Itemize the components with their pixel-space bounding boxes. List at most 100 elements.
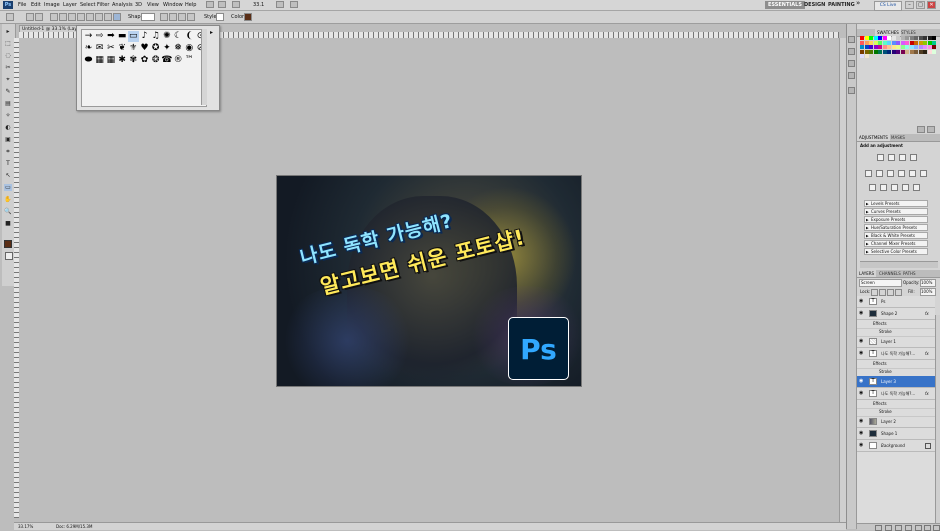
swatch-color[interactable] xyxy=(896,45,900,49)
dodge-tool-icon[interactable]: ◐ xyxy=(4,124,12,131)
link-layers-icon[interactable] xyxy=(875,525,882,531)
swatch-color[interactable] xyxy=(909,49,914,54)
tool-preset-picker-icon[interactable] xyxy=(6,13,14,21)
ornament-shape-icon[interactable]: ❧ xyxy=(83,43,94,54)
swatch-color[interactable] xyxy=(914,36,918,40)
new-layer-icon[interactable] xyxy=(924,525,931,531)
launch-minibridge-icon[interactable] xyxy=(218,1,226,8)
screen-mode-icon[interactable] xyxy=(290,1,298,8)
swatch-color[interactable] xyxy=(860,49,864,54)
clone-source-panel-icon[interactable] xyxy=(848,72,855,79)
crop-tool-icon[interactable]: ✂ xyxy=(4,64,12,71)
add-to-shape-icon[interactable] xyxy=(169,13,177,21)
posterize-adjustment-icon[interactable] xyxy=(880,184,887,191)
swatch-color[interactable] xyxy=(900,36,905,40)
shape-layers-mode-icon[interactable] xyxy=(26,13,34,21)
delete-layer-icon[interactable] xyxy=(933,525,940,531)
black-white-adjustment-icon[interactable] xyxy=(898,170,905,177)
threshold-adjustment-icon[interactable] xyxy=(891,184,898,191)
layer-name[interactable]: Layer 2 xyxy=(881,416,896,427)
fleuron-shape-icon[interactable]: ❦ xyxy=(117,43,128,54)
layer-name[interactable]: Shape 1 xyxy=(881,428,897,439)
seal-shape-icon[interactable]: ❂ xyxy=(150,55,161,66)
ellipse-shape-icon[interactable] xyxy=(86,13,94,21)
lock-position-icon[interactable] xyxy=(887,289,894,296)
menu-file[interactable]: File xyxy=(18,2,26,8)
swatch-color[interactable] xyxy=(864,49,869,54)
quick-mask-icon[interactable] xyxy=(5,252,13,260)
swatch-color[interactable] xyxy=(923,49,927,54)
swatch-color[interactable] xyxy=(914,45,918,49)
tag-shape-icon[interactable]: ▭ xyxy=(127,31,139,42)
visibility-eye-icon[interactable]: ◉ xyxy=(859,351,863,356)
swatch-color[interactable] xyxy=(860,36,864,40)
maximize-button[interactable]: □ xyxy=(916,1,925,9)
swatch-color[interactable] xyxy=(873,45,878,49)
layer-row[interactable]: ◉ Layer 1 xyxy=(857,336,935,348)
moon-shape-icon[interactable]: ☾ xyxy=(173,31,184,42)
arrow-2-shape-icon[interactable]: ⇨ xyxy=(94,31,105,42)
lock-transparent-icon[interactable] xyxy=(871,289,878,296)
swatch-color[interactable] xyxy=(869,40,873,45)
layer-row[interactable]: ◉ Layer 2 xyxy=(857,416,935,428)
tab-swatches[interactable]: SWATCHES xyxy=(875,29,901,36)
lasso-tool-icon[interactable]: ◌ xyxy=(4,52,12,59)
menu-filter[interactable]: Filter xyxy=(97,2,109,8)
eyedropper-tool-icon[interactable]: ⌖ xyxy=(4,76,12,83)
splat-shape-icon[interactable]: ✱ xyxy=(117,55,128,66)
arrange-documents-icon[interactable] xyxy=(276,1,284,8)
tab-paths[interactable]: PATHS xyxy=(901,270,918,277)
swatch-color[interactable] xyxy=(891,36,896,40)
swatch-color[interactable] xyxy=(914,40,918,45)
marquee-tool-icon[interactable]: ⬚ xyxy=(4,40,12,47)
workspace-essentials[interactable]: ESSENTIALS xyxy=(765,1,805,9)
brushes-panel-icon[interactable] xyxy=(848,60,855,67)
fleur-de-lis-shape-icon[interactable]: ⚜ xyxy=(128,43,139,54)
arrow-1-shape-icon[interactable]: → xyxy=(83,31,94,42)
swatch-color[interactable] xyxy=(864,54,869,58)
subtract-shape-icon[interactable] xyxy=(178,13,186,21)
new-swatch-icon[interactable] xyxy=(917,126,925,133)
shape-picker-dropdown[interactable] xyxy=(141,13,155,21)
swatch-color[interactable] xyxy=(927,36,932,40)
swatch-color[interactable] xyxy=(882,40,887,45)
zoom-tool-icon[interactable]: 🔍 xyxy=(4,208,12,215)
visibility-eye-icon[interactable]: ◉ xyxy=(859,431,863,436)
swatch-color[interactable] xyxy=(918,40,923,45)
color-balance-adjustment-icon[interactable] xyxy=(887,170,894,177)
swatch-color[interactable] xyxy=(860,40,864,45)
fill-input[interactable]: 100% xyxy=(920,288,936,296)
blend-mode-select[interactable]: Screen xyxy=(859,279,902,287)
burst-shape-icon[interactable]: ✺ xyxy=(161,31,172,42)
stamp-tool-icon[interactable]: ▤ xyxy=(4,100,12,107)
preset-hue-saturation-presets[interactable]: Hue/Saturation Presets xyxy=(864,224,928,231)
swatch-color[interactable] xyxy=(927,49,932,54)
swatch-color[interactable] xyxy=(887,49,891,54)
swatch-color[interactable] xyxy=(891,45,896,49)
swatch-color[interactable] xyxy=(864,36,869,40)
layer-row[interactable]: ◉ Shape 2 fx xyxy=(857,308,935,320)
visibility-eye-icon[interactable]: ◉ xyxy=(859,311,863,316)
envelope-shape-icon[interactable]: ✉ xyxy=(94,43,105,54)
layer-row[interactable]: ◉ Background xyxy=(857,440,935,452)
visibility-eye-icon[interactable]: ◉ xyxy=(859,299,863,304)
layer-row[interactable]: ◉ T Layer 3 xyxy=(857,376,935,388)
scissors-shape-icon[interactable]: ✂ xyxy=(105,43,116,54)
adjustment-layer-icon[interactable] xyxy=(905,525,912,531)
opacity-input[interactable]: 100% xyxy=(920,279,936,287)
swatch-color[interactable] xyxy=(860,45,864,49)
paw-shape-icon[interactable]: ✾ xyxy=(128,55,139,66)
layer-row[interactable]: ◉ Shape 1 xyxy=(857,428,935,440)
swatch-color[interactable] xyxy=(900,45,905,49)
document-canvas[interactable]: 나도 독학 가능해? 알고보면 쉬운 포토샵! Ps xyxy=(277,176,581,386)
layer-row[interactable]: ◉ T 나도 독학 가능해?... fx xyxy=(857,348,935,360)
banner-shape-icon[interactable]: ▬ xyxy=(117,31,128,42)
layer-effects-icon[interactable]: fx xyxy=(925,388,929,399)
swatch-color[interactable] xyxy=(860,54,864,58)
swatch-color[interactable] xyxy=(932,49,936,54)
swatch-color[interactable] xyxy=(927,45,932,49)
layer-name[interactable]: Shape 2 xyxy=(881,308,897,319)
shape-picker-menu-icon[interactable]: ▸ xyxy=(210,29,213,36)
swatch-color[interactable] xyxy=(878,45,882,49)
swatch-color[interactable] xyxy=(905,36,909,40)
